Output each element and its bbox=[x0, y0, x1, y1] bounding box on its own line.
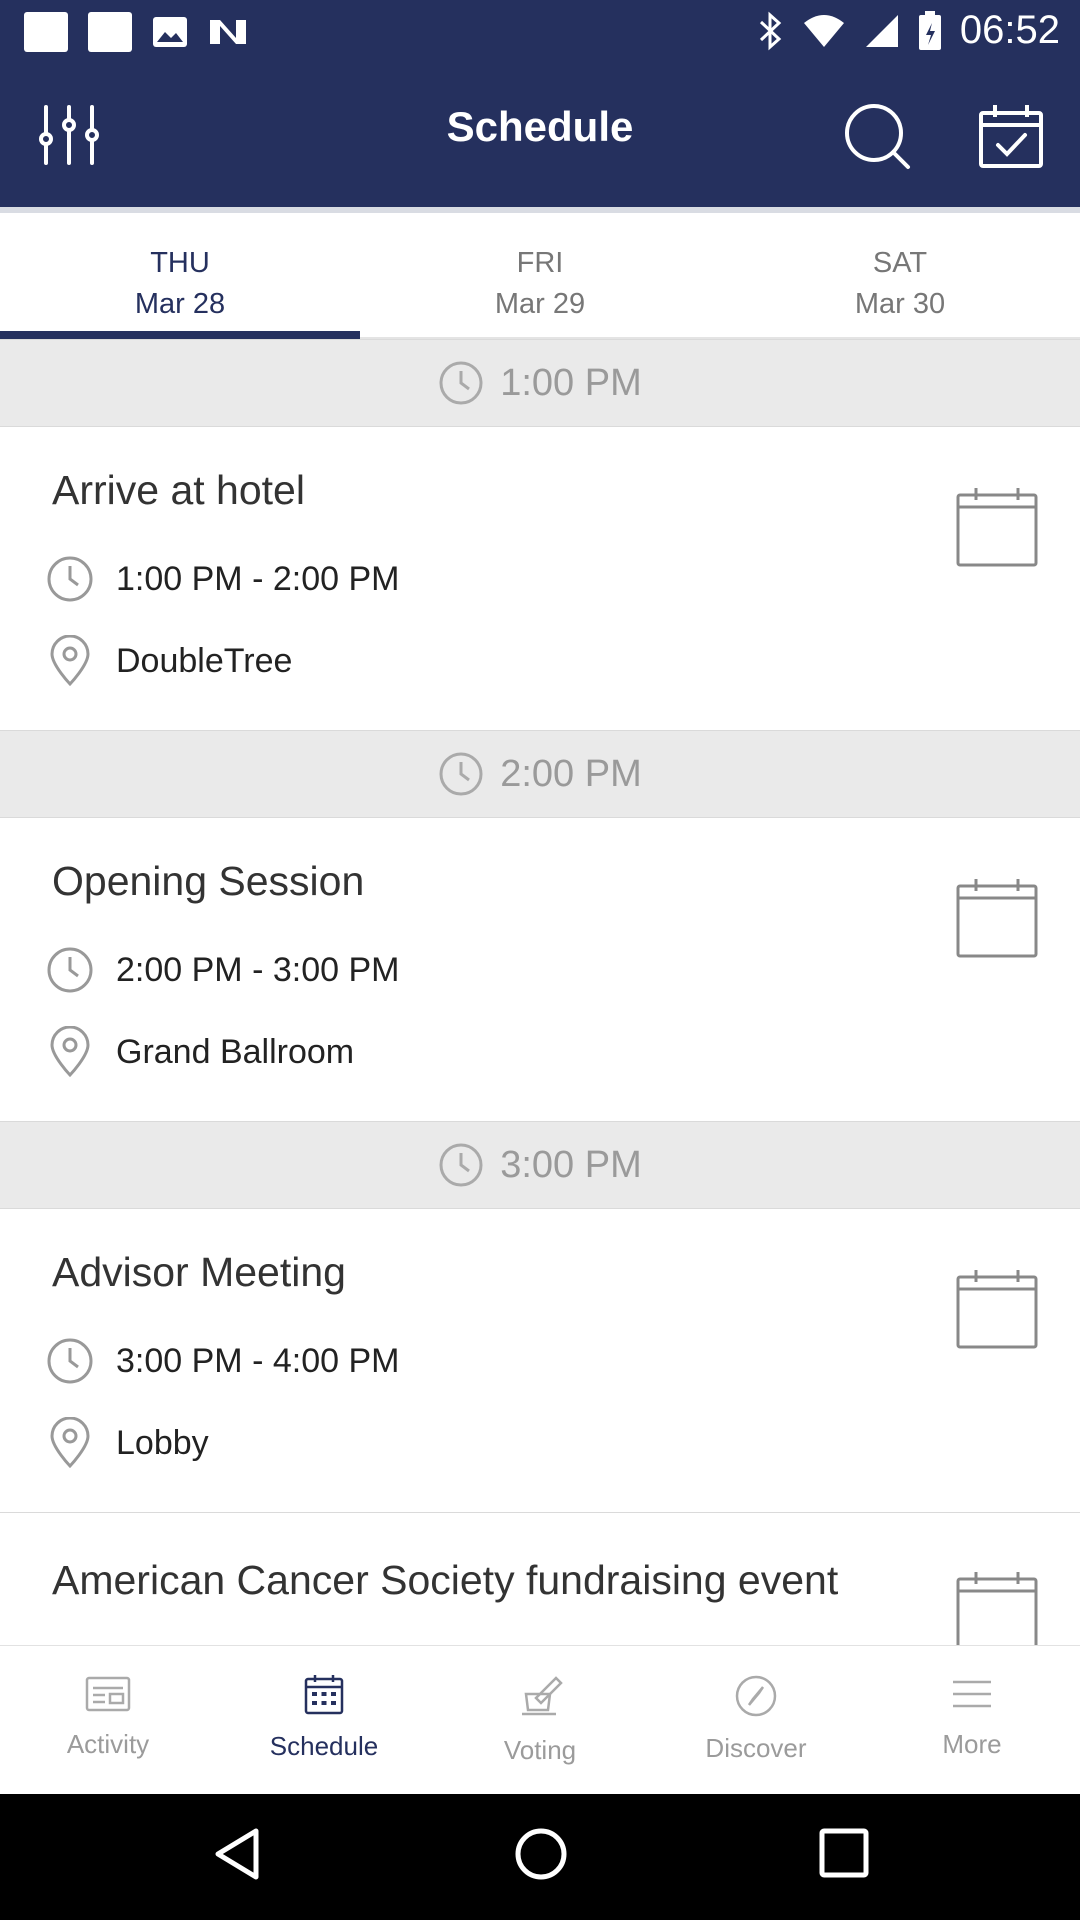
bottom-nav: Activity Schedule Voting Discover More bbox=[0, 1645, 1080, 1794]
back-button[interactable] bbox=[212, 1827, 262, 1886]
tab-dow: THU bbox=[150, 247, 210, 279]
image-icon bbox=[153, 17, 187, 47]
add-to-calendar-button[interactable] bbox=[956, 1571, 1038, 1645]
nav-more[interactable]: More bbox=[864, 1646, 1080, 1794]
calendar-icon bbox=[956, 1572, 1038, 1645]
nav-label: Activity bbox=[66, 1729, 150, 1759]
square-icon bbox=[24, 12, 68, 52]
nav-voting[interactable]: Voting bbox=[432, 1646, 648, 1794]
home-button[interactable] bbox=[514, 1827, 568, 1886]
home-circle-icon bbox=[515, 1828, 567, 1880]
bluetooth-icon bbox=[759, 11, 782, 50]
event-location: Grand Ballroom bbox=[116, 1032, 355, 1071]
clock-icon bbox=[439, 361, 483, 405]
calendar-icon bbox=[956, 1270, 1038, 1349]
clock-icon bbox=[47, 556, 93, 602]
battery-icon bbox=[918, 10, 941, 50]
event-title: American Cancer Society fundraising even… bbox=[52, 1557, 839, 1603]
add-to-calendar-button[interactable] bbox=[956, 487, 1038, 572]
n-logo-icon bbox=[210, 20, 246, 44]
back-triangle-icon bbox=[215, 1828, 259, 1880]
time-slot-label: 2:00 PM bbox=[500, 752, 642, 795]
add-to-calendar-button[interactable] bbox=[956, 878, 1038, 963]
nav-label: Voting bbox=[503, 1735, 577, 1765]
event-time: 1:00 PM - 2:00 PM bbox=[116, 559, 400, 598]
nav-discover[interactable]: Discover bbox=[648, 1646, 864, 1794]
schedule-icon bbox=[304, 1675, 344, 1715]
clock-icon bbox=[47, 947, 93, 993]
calendar-icon bbox=[956, 488, 1038, 567]
menu-icon bbox=[953, 1680, 991, 1708]
date-tabs: THU Mar 28 FRI Mar 29 SAT Mar 30 bbox=[0, 207, 1080, 339]
location-pin-icon bbox=[50, 1417, 90, 1469]
system-nav-bar bbox=[0, 1794, 1080, 1920]
tab-sat[interactable]: SAT Mar 30 bbox=[720, 213, 1080, 337]
nav-activity[interactable]: Activity bbox=[0, 1646, 216, 1794]
my-schedule-button[interactable] bbox=[978, 103, 1044, 174]
tab-date: Mar 30 bbox=[854, 288, 946, 320]
calendar-icon bbox=[956, 879, 1038, 958]
time-slot-label: 3:00 PM bbox=[500, 1143, 642, 1186]
location-pin-icon bbox=[50, 635, 90, 687]
search-button[interactable] bbox=[844, 103, 912, 176]
notification-icons bbox=[24, 12, 248, 52]
time-slot-header: 1:00 PM bbox=[0, 339, 1080, 427]
event-title: Opening Session bbox=[52, 858, 365, 904]
nav-schedule[interactable]: Schedule bbox=[216, 1646, 432, 1794]
tab-thu[interactable]: THU Mar 28 bbox=[0, 213, 360, 339]
tab-date: Mar 29 bbox=[494, 288, 586, 320]
compass-icon bbox=[735, 1675, 777, 1717]
schedule-item[interactable]: Opening Session 2:00 PM - 3:00 PM Grand … bbox=[0, 818, 1080, 1121]
status-bar: 06:52 bbox=[0, 0, 1080, 63]
signal-icon bbox=[865, 14, 898, 47]
time-slot-header: 2:00 PM bbox=[0, 730, 1080, 818]
event-time: 3:00 PM - 4:00 PM bbox=[116, 1341, 400, 1380]
app-bar: Schedule bbox=[0, 63, 1080, 207]
voting-icon bbox=[522, 1676, 563, 1716]
page-title: Schedule bbox=[446, 103, 634, 150]
time-slot-header: 3:00 PM bbox=[0, 1121, 1080, 1209]
clock-icon bbox=[47, 1338, 93, 1384]
nav-label: More bbox=[942, 1729, 1002, 1759]
tab-dow: FRI bbox=[516, 247, 564, 279]
recents-square-icon bbox=[819, 1828, 869, 1878]
event-title: Advisor Meeting bbox=[52, 1249, 346, 1295]
time-slot-label: 1:00 PM bbox=[500, 361, 642, 404]
schedule-item[interactable]: Arrive at hotel 1:00 PM - 2:00 PM Double… bbox=[0, 427, 1080, 730]
activity-icon bbox=[85, 1676, 131, 1712]
schedule-list[interactable]: 1:00 PM Arrive at hotel 1:00 PM - 2:00 P… bbox=[0, 339, 1080, 1645]
schedule-item[interactable]: Advisor Meeting 3:00 PM - 4:00 PM Lobby bbox=[0, 1209, 1080, 1512]
schedule-item[interactable]: American Cancer Society fundraising even… bbox=[0, 1512, 1080, 1645]
tab-fri[interactable]: FRI Mar 29 bbox=[360, 213, 720, 337]
event-location: DoubleTree bbox=[116, 641, 293, 680]
nav-label: Schedule bbox=[269, 1731, 379, 1761]
calendar-check-icon bbox=[979, 105, 1043, 168]
clock-icon bbox=[439, 1143, 483, 1187]
search-icon bbox=[845, 104, 910, 169]
location-pin-icon bbox=[50, 1026, 90, 1078]
event-location: Lobby bbox=[116, 1423, 209, 1462]
clock-icon bbox=[439, 752, 483, 796]
event-time: 2:00 PM - 3:00 PM bbox=[116, 950, 400, 989]
tab-date: Mar 28 bbox=[134, 288, 226, 320]
wifi-icon bbox=[803, 14, 844, 47]
tab-dow: SAT bbox=[872, 247, 928, 279]
nav-label: Discover bbox=[705, 1733, 807, 1763]
recents-button[interactable] bbox=[818, 1827, 870, 1884]
status-time: 06:52 bbox=[959, 8, 1060, 52]
square-icon bbox=[88, 12, 132, 52]
event-title: Arrive at hotel bbox=[52, 467, 305, 513]
add-to-calendar-button[interactable] bbox=[956, 1269, 1038, 1354]
